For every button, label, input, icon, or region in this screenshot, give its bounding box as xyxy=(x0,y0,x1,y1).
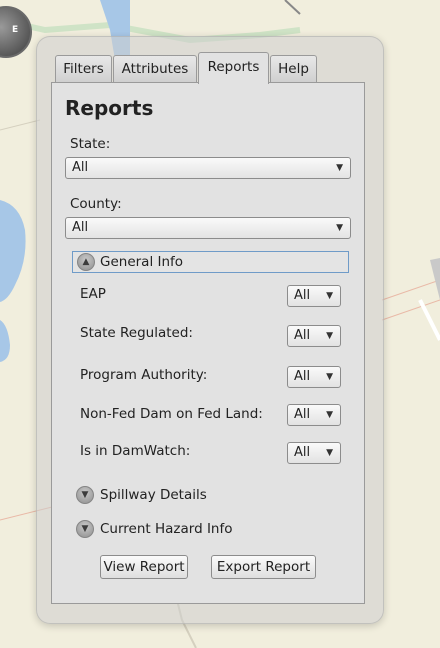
state-regulated-select[interactable]: All ▼ xyxy=(287,325,341,347)
county-select[interactable]: All ▼ xyxy=(65,217,351,239)
current-hazard-header[interactable]: ▼ Current Hazard Info xyxy=(72,518,349,540)
export-report-button[interactable]: Export Report xyxy=(211,555,316,579)
damwatch-select-value: All xyxy=(294,445,311,460)
dropdown-arrow-icon: ▼ xyxy=(326,410,333,420)
program-authority-label: Program Authority: xyxy=(80,367,208,383)
state-regulated-select-value: All xyxy=(294,328,311,343)
dropdown-arrow-icon: ▼ xyxy=(326,331,333,341)
state-regulated-label: State Regulated: xyxy=(80,325,193,341)
tab-attributes[interactable]: Attributes xyxy=(113,55,197,83)
spillway-details-label: Spillway Details xyxy=(100,487,207,503)
compass-east-label: E xyxy=(12,25,19,35)
eap-select[interactable]: All ▼ xyxy=(287,285,341,307)
state-label: State: xyxy=(70,136,111,152)
program-authority-select[interactable]: All ▼ xyxy=(287,366,341,388)
chevron-down-icon: ▼ xyxy=(76,486,94,504)
view-report-button[interactable]: View Report xyxy=(100,555,188,579)
general-info-header[interactable]: ▲ General Info xyxy=(72,251,349,273)
non-fed-dam-select[interactable]: All ▼ xyxy=(287,404,341,426)
dropdown-arrow-icon: ▼ xyxy=(326,448,333,458)
tab-help[interactable]: Help xyxy=(270,55,317,83)
dropdown-arrow-icon: ▼ xyxy=(326,372,333,382)
dropdown-arrow-icon: ▼ xyxy=(336,163,343,173)
non-fed-dam-label: Non-Fed Dam on Fed Land: xyxy=(80,406,263,422)
program-authority-select-value: All xyxy=(294,369,311,384)
dropdown-arrow-icon: ▼ xyxy=(326,291,333,301)
dropdown-arrow-icon: ▼ xyxy=(336,223,343,233)
tab-filters[interactable]: Filters xyxy=(55,55,112,83)
damwatch-label: Is in DamWatch: xyxy=(80,443,191,459)
general-info-label: General Info xyxy=(100,254,184,270)
state-select-value: All xyxy=(72,160,89,175)
chevron-down-icon: ▼ xyxy=(76,520,94,538)
eap-select-value: All xyxy=(294,288,311,303)
county-label: County: xyxy=(70,196,122,212)
chevron-up-icon: ▲ xyxy=(77,253,95,271)
current-hazard-label: Current Hazard Info xyxy=(100,521,233,537)
non-fed-dam-select-value: All xyxy=(294,407,311,422)
tab-reports[interactable]: Reports xyxy=(198,52,269,84)
spillway-details-header[interactable]: ▼ Spillway Details xyxy=(72,484,349,506)
damwatch-select[interactable]: All ▼ xyxy=(287,442,341,464)
page-title: Reports xyxy=(65,96,154,120)
eap-label: EAP xyxy=(80,286,106,302)
state-select[interactable]: All ▼ xyxy=(65,157,351,179)
county-select-value: All xyxy=(72,220,89,235)
